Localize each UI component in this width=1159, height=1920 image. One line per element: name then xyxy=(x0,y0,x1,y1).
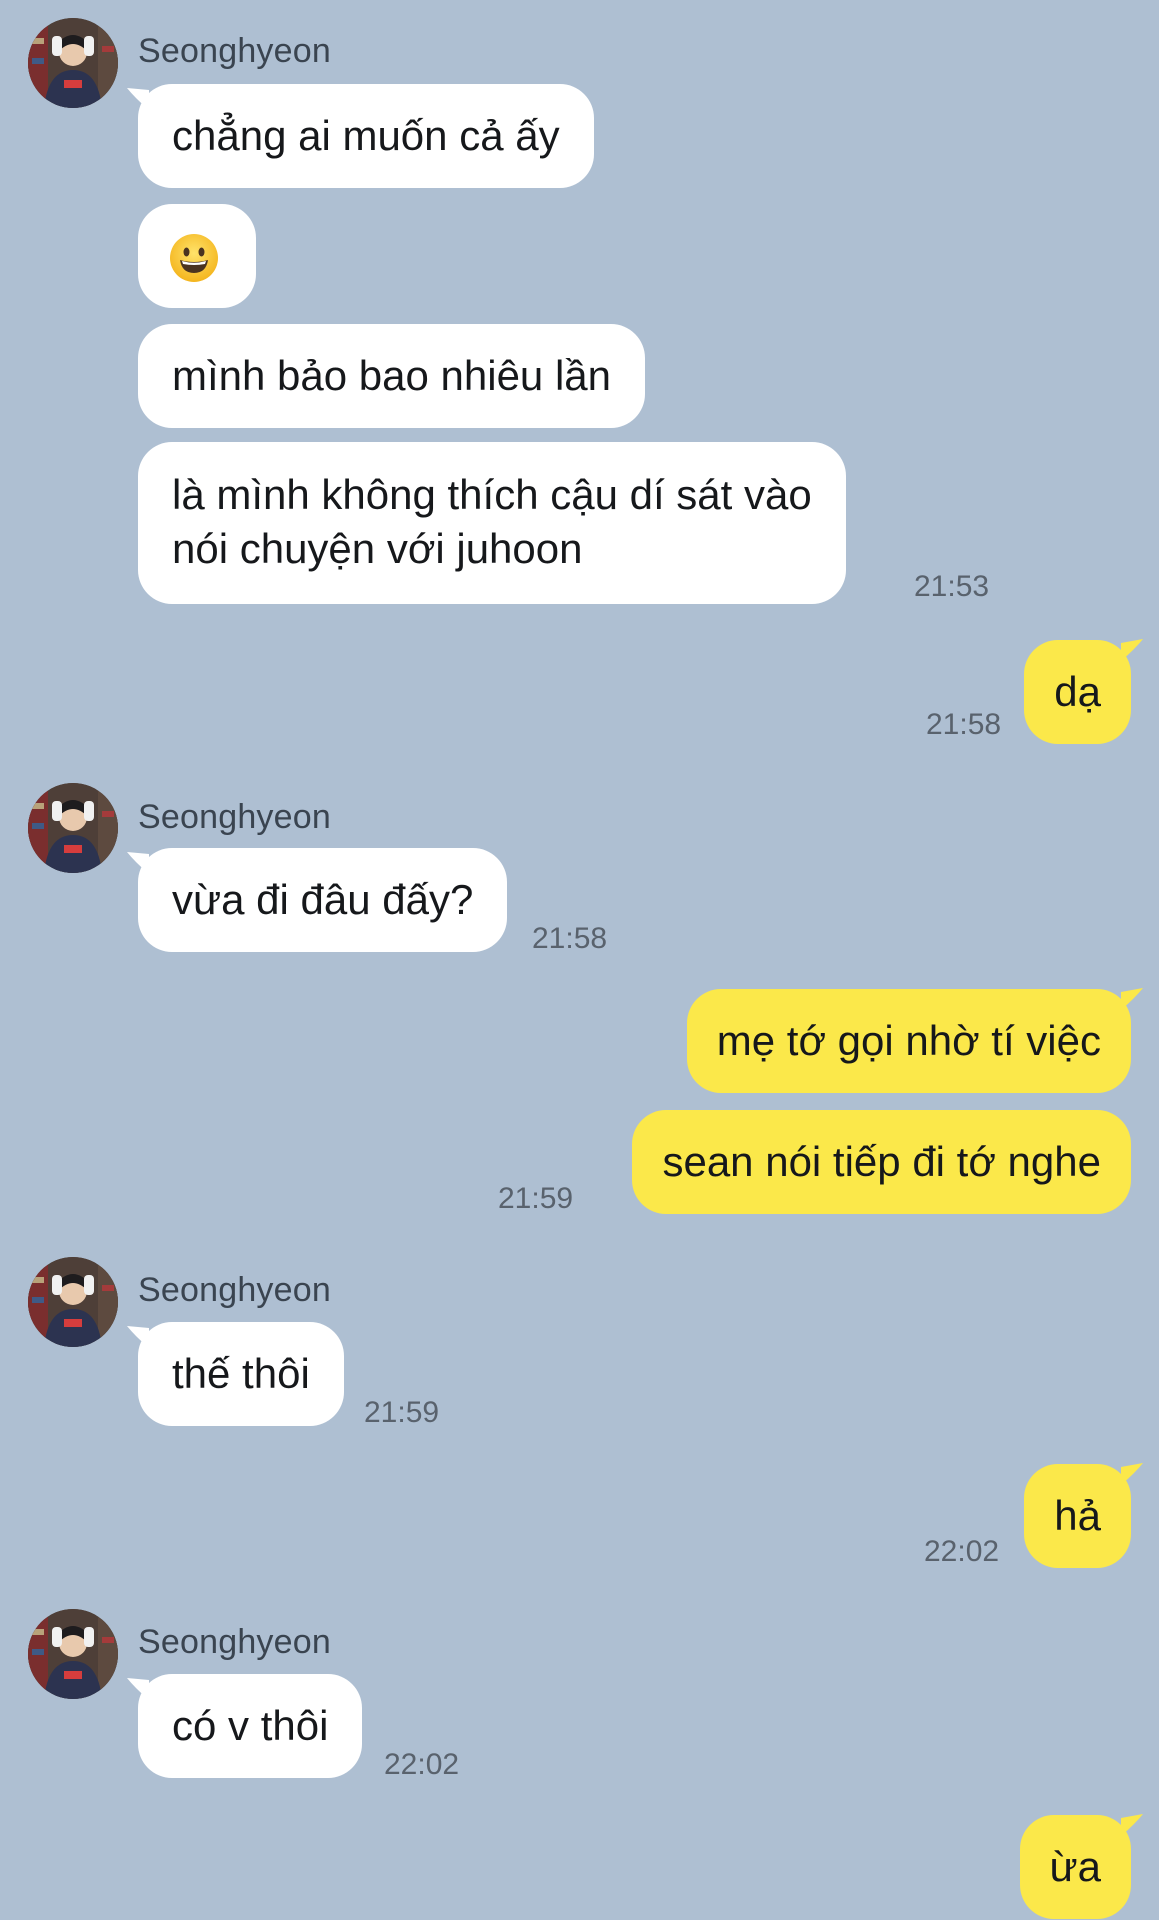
profile-photo-icon xyxy=(28,783,118,873)
bubble-tail xyxy=(127,1326,149,1348)
profile-photo-icon xyxy=(28,1609,118,1699)
bubble-tail xyxy=(1121,988,1143,1010)
message-text: vừa đi đâu đấy? xyxy=(172,876,474,923)
contact-avatar[interactable] xyxy=(28,1609,118,1699)
profile-photo-icon xyxy=(28,1257,118,1347)
contact-avatar[interactable] xyxy=(28,783,118,873)
message-bubble-incoming[interactable] xyxy=(138,204,256,308)
bubble-tail xyxy=(1121,1463,1143,1485)
message-text: thế thôi xyxy=(172,1350,310,1397)
bubble-tail xyxy=(1121,1814,1143,1836)
message-text: có v thôi xyxy=(172,1702,329,1749)
message-text: mẹ tớ gọi nhờ tí việc xyxy=(716,1017,1101,1064)
grinning-face-icon xyxy=(170,234,218,282)
message-bubble-incoming[interactable]: là mình không thích cậu dí sát vào nói c… xyxy=(138,442,846,604)
contact-avatar[interactable] xyxy=(28,18,118,108)
sender-name: Seonghyeon xyxy=(138,32,331,70)
message-bubble-outgoing[interactable]: dạ xyxy=(1024,639,1143,744)
message-timestamp: 21:59 xyxy=(498,1182,574,1215)
message-timestamp: 21:58 xyxy=(926,708,1002,741)
message-text: hả xyxy=(1054,1492,1101,1539)
message-bubble-incoming[interactable]: thế thôi xyxy=(127,1322,344,1426)
message-bubble-incoming[interactable]: mình bảo bao nhiêu lần xyxy=(138,324,646,428)
contact-avatar[interactable] xyxy=(28,1257,118,1347)
bubble-tail xyxy=(127,1678,149,1700)
bubble-tail xyxy=(1121,639,1143,661)
profile-photo-icon xyxy=(28,18,118,108)
sender-name: Seonghyeon xyxy=(138,798,331,836)
message-text: ừa xyxy=(1049,1843,1101,1890)
message-timestamp: 21:58 xyxy=(532,922,608,955)
message-text: dạ xyxy=(1054,668,1101,715)
message-line: là mình không thích cậu dí sát vào xyxy=(172,471,812,518)
bubble-tail xyxy=(127,852,149,874)
message-text: mình bảo bao nhiêu lần xyxy=(172,352,612,399)
bubble-tail xyxy=(127,88,149,110)
message-bubble-incoming[interactable]: vừa đi đâu đấy? xyxy=(127,848,508,952)
message-bubble-outgoing[interactable]: sean nói tiếp đi tớ nghe xyxy=(632,1110,1131,1214)
message-timestamp: 22:02 xyxy=(924,1535,1000,1568)
sender-name: Seonghyeon xyxy=(138,1271,331,1309)
message-timestamp: 22:02 xyxy=(384,1748,460,1781)
message-bubble-outgoing[interactable]: mẹ tớ gọi nhờ tí việc xyxy=(686,988,1143,1093)
message-text: sean nói tiếp đi tớ nghe xyxy=(662,1138,1101,1185)
message-bubble-outgoing[interactable]: ừa xyxy=(1019,1814,1143,1919)
sender-name: Seonghyeon xyxy=(138,1623,331,1661)
message-bubble-incoming[interactable]: có v thôi xyxy=(127,1674,363,1778)
message-line: nói chuyện với juhoon xyxy=(172,525,583,572)
message-timestamp: 21:59 xyxy=(364,1396,440,1429)
message-text: chẳng ai muốn cả ấy xyxy=(172,112,560,159)
message-bubble-outgoing[interactable]: hả xyxy=(1024,1463,1143,1568)
message-bubble-incoming[interactable]: chẳng ai muốn cả ấy xyxy=(127,84,594,188)
chat-view[interactable]: Seonghyeon chẳng ai muốn cả ấy mình bảo … xyxy=(0,0,1159,1920)
message-timestamp: 21:53 xyxy=(914,570,990,603)
